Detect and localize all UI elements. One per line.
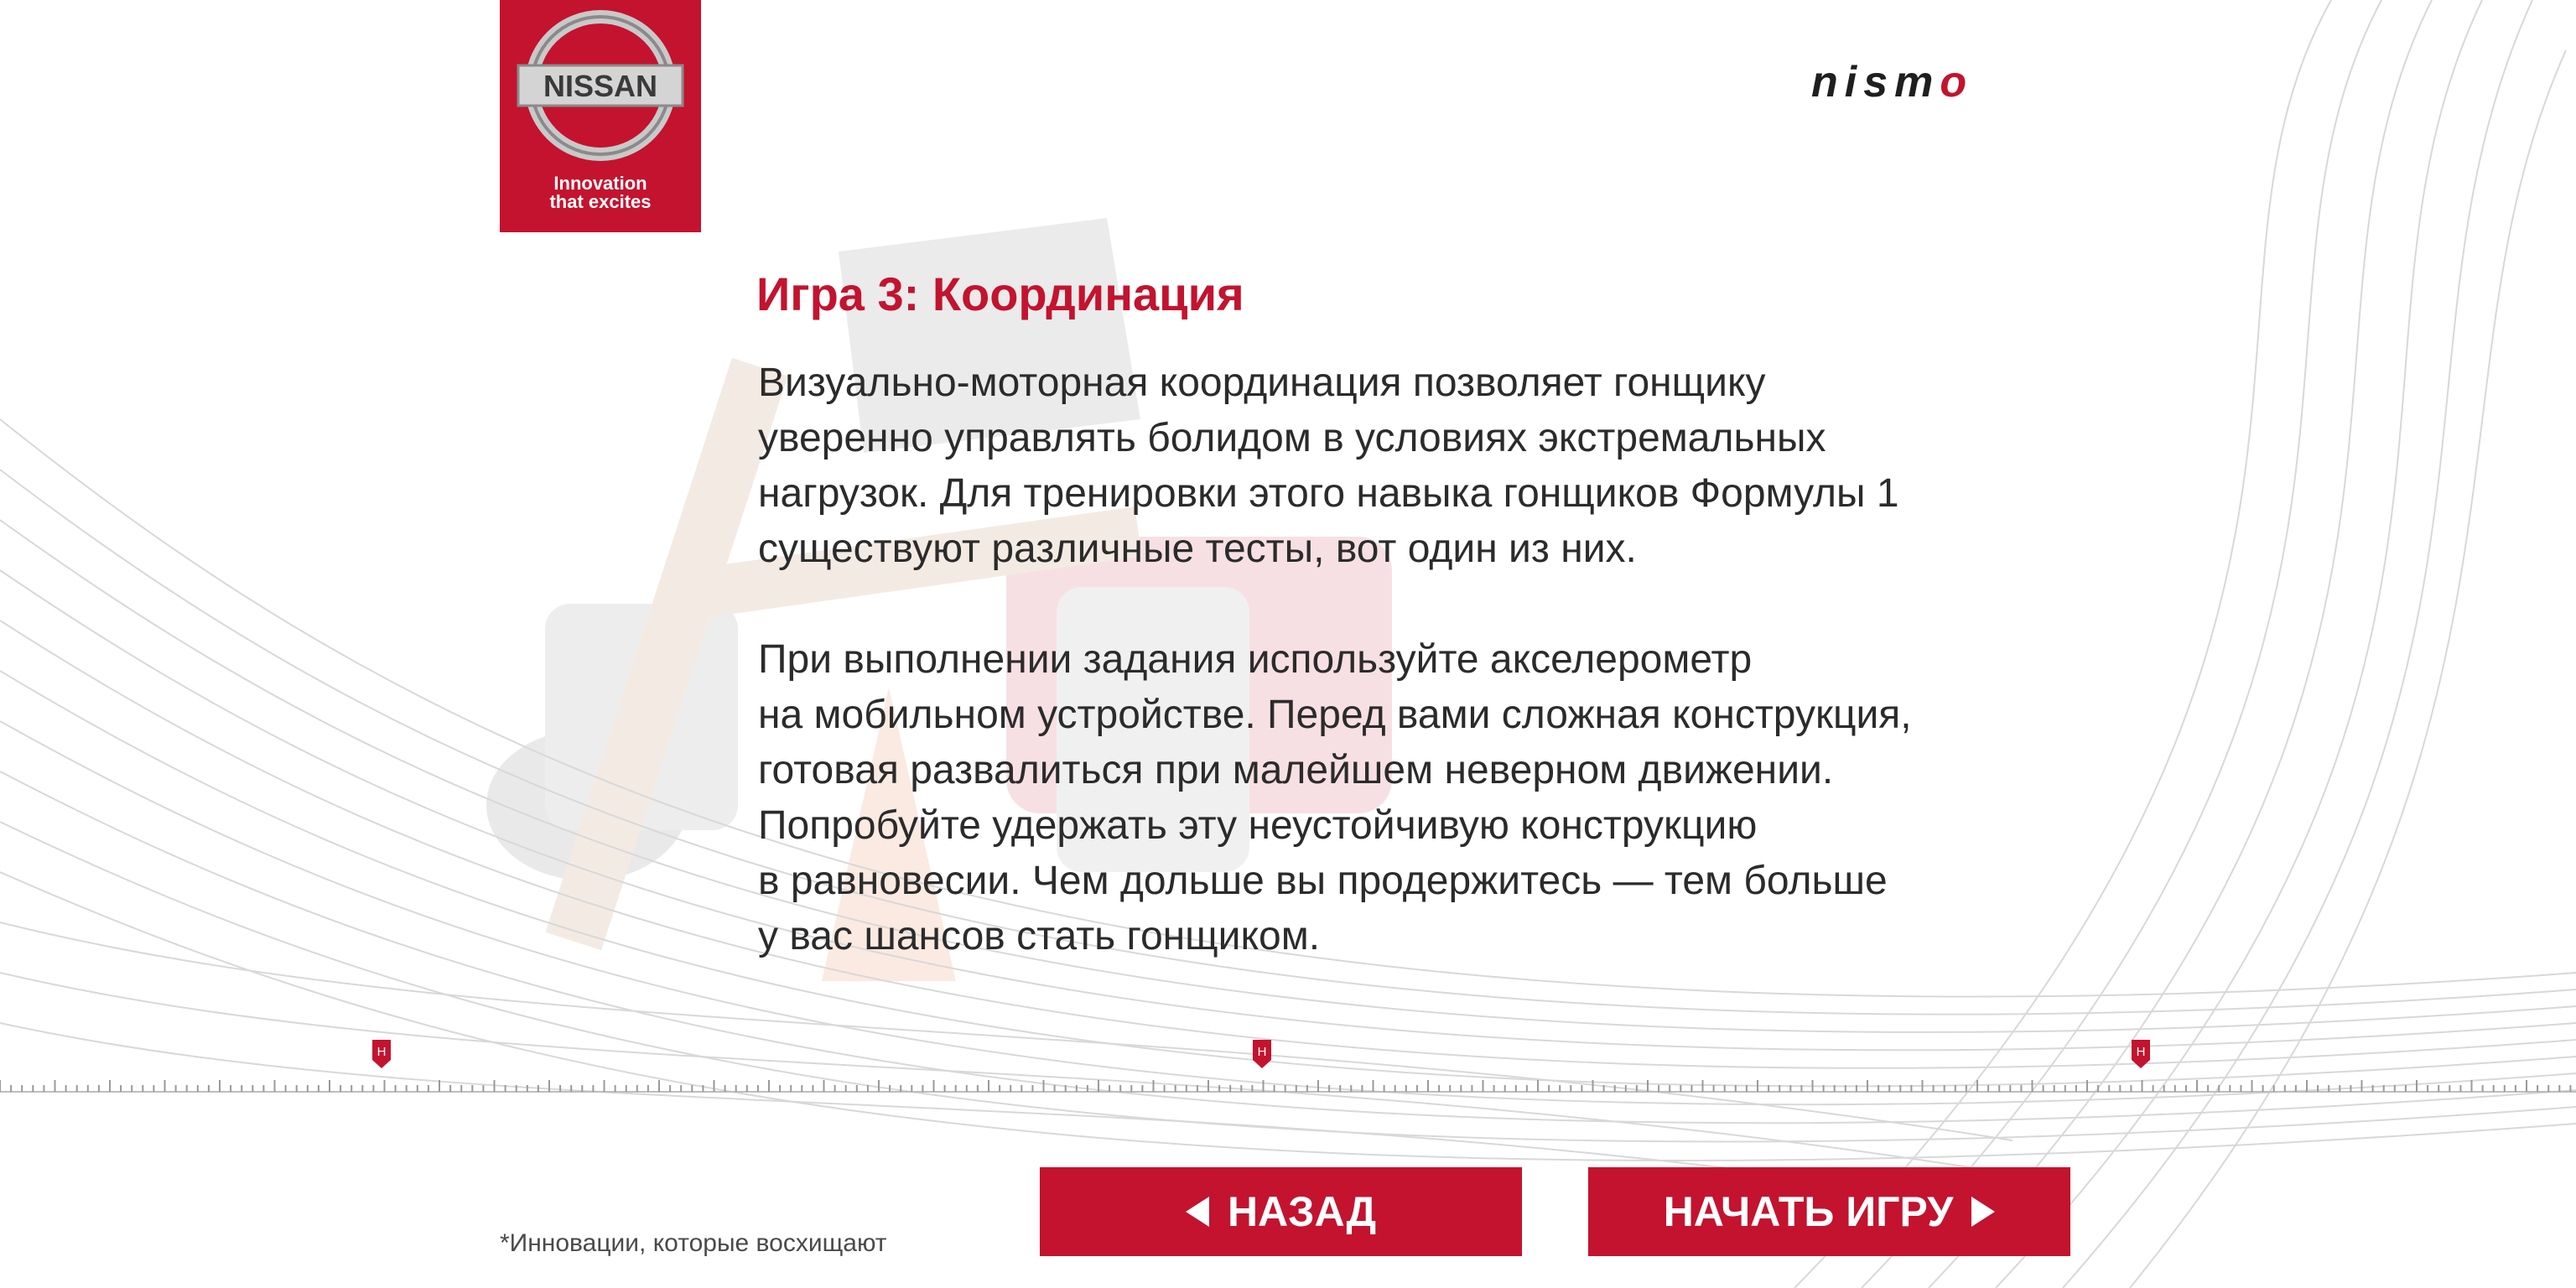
- nismo-logo-suffix: o: [1940, 58, 1974, 106]
- footnote: *Инновации, которые восхищают: [500, 1229, 887, 1257]
- paragraph-line: уверенно управлять болидом в условиях эк…: [758, 416, 1826, 460]
- map-pin-icon: Н: [372, 1040, 391, 1068]
- start-game-button-label: НАЧАТЬ ИГРУ: [1663, 1188, 1954, 1235]
- paragraph-line: нагрузок. Для тренировки этого навыка го…: [758, 471, 1899, 516]
- nismo-logo: nismo: [1811, 57, 1973, 107]
- paragraph-line: в равновесии. Чем дольше вы продержитесь…: [758, 859, 1888, 903]
- svg-text:NISSAN: NISSAN: [543, 69, 657, 103]
- arrow-left-icon: [1185, 1197, 1209, 1227]
- map-pin-icon: Н: [1253, 1040, 1271, 1068]
- paragraph-line: существуют различные тесты, вот один из …: [758, 527, 1637, 571]
- svg-text:Н: Н: [1258, 1045, 1267, 1059]
- nissan-emblem-icon: NISSAN: [517, 10, 684, 161]
- paragraph-line: у вас шансов стать гонщиком.: [758, 914, 1321, 958]
- paragraph-line: Визуально-моторная координация позволяет…: [758, 361, 1766, 405]
- page-title: Игра 3: Координация: [756, 267, 1244, 320]
- paragraph-line: готовая развалиться при малейшем неверно…: [758, 748, 1834, 792]
- arrow-right-icon: [1971, 1197, 1996, 1227]
- tagline: Innovation that excites: [500, 174, 701, 211]
- nismo-logo-prefix: nism: [1811, 58, 1940, 106]
- start-game-button[interactable]: НАЧАТЬ ИГРУ: [1588, 1167, 2070, 1256]
- map-pin-icon: Н: [2132, 1040, 2150, 1068]
- back-button-label: НАЗАД: [1227, 1188, 1377, 1235]
- paragraph-line: на мобильном устройстве. Перед вами слож…: [758, 693, 1912, 737]
- paragraph-line: При выполнении задания используйте аксел…: [758, 637, 1753, 682]
- svg-text:Н: Н: [2137, 1045, 2146, 1059]
- description-paragraph-1: Визуально-моторная координация позволяет…: [758, 356, 2133, 577]
- nissan-logo: NISSAN Innovation that excites: [500, 0, 701, 232]
- paragraph-line: Попробуйте удержать эту неустойчивую кон…: [758, 803, 1758, 848]
- tagline-line-1: Innovation: [553, 173, 647, 194]
- back-button[interactable]: НАЗАД: [1040, 1167, 1522, 1256]
- description-paragraph-2: При выполнении задания используйте аксел…: [758, 632, 2133, 964]
- tagline-line-2: that excites: [549, 191, 652, 212]
- svg-text:Н: Н: [377, 1045, 387, 1059]
